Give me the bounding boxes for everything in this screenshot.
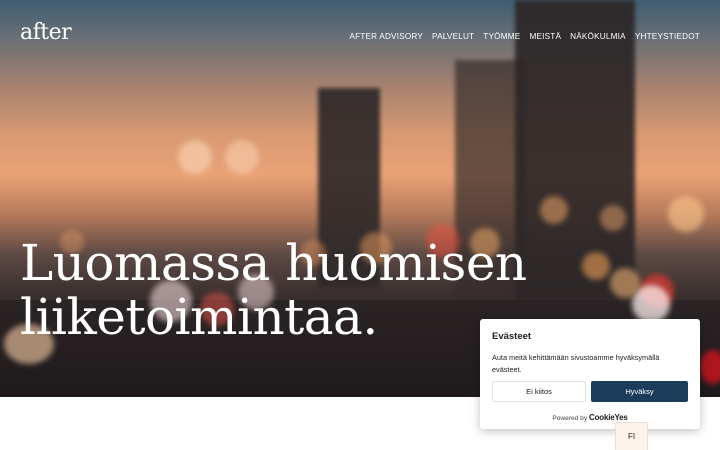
powered-by-label: Powered by (552, 415, 588, 422)
bokeh-light (700, 350, 720, 384)
cookie-description: Auta meitä kehittämään sivustoamme hyväk… (492, 353, 660, 374)
bokeh-light (540, 196, 568, 224)
after-logo[interactable]: after (20, 20, 72, 45)
cookie-actions: Ei kiitos Hyväksy (492, 381, 688, 402)
nav-item-tyomme[interactable]: TYÖMME (483, 32, 520, 41)
accept-cookies-button[interactable]: Hyväksy (591, 381, 688, 402)
nav-item-palvelut[interactable]: PALVELUT (432, 32, 474, 41)
hero-headline-line: Luomassa huomisen (20, 234, 527, 292)
powered-by: Powered by CookieYes (480, 413, 700, 422)
main-nav: AFTER ADVISORY PALVELUT TYÖMME MEISTÄ NÄ… (349, 32, 700, 41)
cookie-consent-banner: Evästeet Auta meitä kehittämään sivustoa… (480, 319, 700, 429)
bokeh-light (178, 140, 212, 174)
bokeh-light (225, 140, 259, 174)
nav-item-meista[interactable]: MEISTÄ (529, 32, 561, 41)
bokeh-light (668, 196, 704, 232)
nav-item-nakokulmia[interactable]: NÄKÖKULMIA (570, 32, 626, 41)
cookie-title: Evästeet (492, 331, 532, 342)
bokeh-light (600, 205, 626, 231)
cookieyes-logo[interactable]: CookieYes (589, 413, 628, 422)
decline-cookies-button[interactable]: Ei kiitos (492, 381, 586, 402)
language-switcher[interactable]: FI (615, 422, 648, 450)
nav-item-after-advisory[interactable]: AFTER ADVISORY (349, 32, 423, 41)
nav-item-yhteystiedot[interactable]: YHTEYSTIEDOT (635, 32, 700, 41)
